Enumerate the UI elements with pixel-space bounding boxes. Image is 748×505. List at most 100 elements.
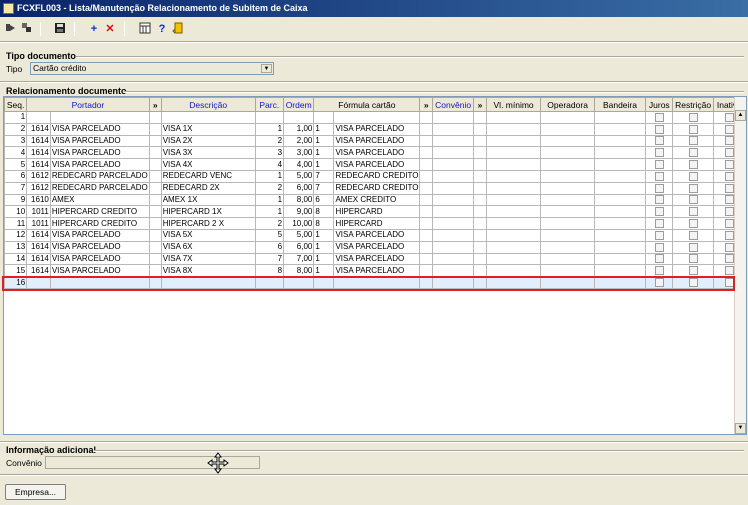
grid-cell[interactable] — [540, 111, 595, 124]
restricao-checkbox-cell[interactable] — [672, 217, 714, 230]
grid-cell[interactable] — [432, 169, 475, 183]
grid-cell[interactable] — [148, 228, 162, 242]
formula-name-cell[interactable]: VISA PARCELADO — [333, 134, 421, 148]
grid-cell[interactable] — [540, 205, 595, 219]
descricao-cell[interactable]: VISA 8X — [160, 264, 256, 278]
portador-code-cell[interactable]: 1614 — [26, 240, 51, 254]
restricao-checkbox[interactable] — [688, 277, 698, 287]
first-record-icon[interactable] — [3, 21, 19, 37]
grid-cell[interactable] — [540, 228, 595, 242]
restricao-checkbox[interactable] — [688, 112, 698, 122]
juros-checkbox-cell[interactable] — [645, 111, 674, 124]
grid-cell[interactable] — [148, 276, 162, 289]
juros-checkbox[interactable] — [654, 112, 664, 122]
formula-name-cell[interactable]: HIPERCARD — [333, 205, 421, 219]
seq-cell[interactable]: 5 — [4, 158, 28, 171]
grid-cell[interactable] — [432, 158, 475, 171]
juros-checkbox[interactable] — [654, 183, 664, 193]
parc-cell[interactable]: 1 — [254, 169, 285, 183]
restricao-checkbox-cell[interactable] — [672, 158, 714, 171]
parc-cell[interactable]: 2 — [254, 134, 285, 148]
juros-checkbox-cell[interactable] — [645, 134, 674, 148]
grid-cell[interactable] — [593, 111, 647, 124]
ordem-cell[interactable]: 8,00 — [283, 264, 315, 278]
formula-name-cell[interactable] — [333, 111, 421, 124]
formula-code-cell[interactable]: 1 — [313, 252, 335, 266]
grid-cell[interactable] — [419, 217, 434, 230]
grid-cell[interactable] — [593, 252, 647, 266]
grid-cell[interactable] — [485, 217, 542, 230]
formula-code-cell[interactable]: 8 — [313, 205, 335, 219]
table-row[interactable]: 13 1614 VISA PARCELADO VISA 6X 6 6,00 1 VISA PA… — [4, 240, 746, 254]
help-icon[interactable]: ? — [154, 21, 170, 37]
grid-cell[interactable] — [148, 158, 162, 171]
juros-checkbox[interactable] — [654, 218, 664, 228]
juros-checkbox-cell[interactable] — [645, 146, 674, 160]
portador-name-cell[interactable]: VISA PARCELADO — [49, 252, 150, 266]
exit-icon[interactable] — [171, 21, 187, 37]
formula-name-cell[interactable]: VISA PARCELADO — [333, 264, 421, 278]
portador-name-cell[interactable] — [49, 111, 150, 124]
juros-checkbox[interactable] — [654, 254, 664, 264]
grid-cell[interactable] — [148, 169, 162, 183]
portador-code-cell[interactable]: 1610 — [26, 193, 51, 207]
inativo-checkbox[interactable] — [724, 171, 734, 181]
parc-cell[interactable]: 3 — [254, 146, 285, 160]
juros-checkbox[interactable] — [654, 159, 664, 169]
formula-code-cell[interactable]: 1 — [313, 158, 335, 171]
restricao-checkbox-cell[interactable] — [672, 134, 714, 148]
grid-cell[interactable] — [593, 146, 647, 160]
formula-name-cell[interactable]: VISA PARCELADO — [333, 146, 421, 160]
grid-cell[interactable] — [540, 146, 595, 160]
grid-cell[interactable] — [419, 205, 434, 219]
grid-cell[interactable] — [473, 122, 487, 136]
restricao-checkbox-cell[interactable] — [672, 146, 714, 160]
grid-cell[interactable] — [593, 217, 647, 230]
seq-cell[interactable]: 13 — [4, 240, 28, 254]
grid-cell[interactable] — [148, 146, 162, 160]
ordem-cell[interactable]: 7,00 — [283, 252, 315, 266]
col-ordem[interactable]: Ordem — [283, 97, 315, 112]
grid-cell[interactable] — [432, 252, 475, 266]
grid-cell[interactable] — [485, 122, 542, 136]
parc-cell[interactable]: 5 — [254, 228, 285, 242]
restricao-checkbox-cell[interactable] — [672, 264, 714, 278]
grid-cell[interactable] — [148, 252, 162, 266]
table-row[interactable]: 3 1614 VISA PARCELADO VISA 2X 2 2,00 1 VISA PAR… — [4, 134, 746, 148]
inativo-checkbox[interactable] — [724, 136, 734, 146]
grid-cell[interactable] — [485, 228, 542, 242]
portador-name-cell[interactable]: VISA PARCELADO — [49, 264, 150, 278]
grid-cell[interactable] — [432, 217, 475, 230]
table-row[interactable]: 5 1614 VISA PARCELADO VISA 4X 4 4,00 1 VISA PAR… — [4, 158, 746, 171]
portador-name-cell[interactable]: HIPERCARD CREDITO — [49, 217, 150, 230]
formula-code-cell[interactable]: 1 — [313, 264, 335, 278]
grid-cell[interactable] — [485, 240, 542, 254]
table-row[interactable]: 1 — [4, 111, 746, 124]
descricao-cell[interactable]: VISA 4X — [160, 158, 256, 171]
grid-cell[interactable] — [473, 228, 487, 242]
grid-cell[interactable] — [540, 181, 595, 195]
grid-cell[interactable] — [540, 217, 595, 230]
formula-code-cell[interactable]: 1 — [313, 228, 335, 242]
restricao-checkbox[interactable] — [688, 148, 698, 158]
restricao-checkbox[interactable] — [688, 171, 698, 181]
col-descricao[interactable]: Descrição — [160, 97, 256, 112]
grid-cell[interactable] — [540, 158, 595, 171]
col-bandeira[interactable]: Bandeira — [593, 97, 647, 112]
descricao-cell[interactable]: VISA 5X — [160, 228, 256, 242]
ordem-cell[interactable]: 9,00 — [283, 205, 315, 219]
table-row[interactable]: 2 1614 VISA PARCELADO VISA 1X 1 1,00 1 VISA PAR… — [4, 122, 746, 136]
inativo-checkbox[interactable] — [724, 195, 734, 205]
grid-cell[interactable] — [419, 181, 434, 195]
inativo-checkbox[interactable] — [724, 207, 734, 217]
table-row[interactable]: 7 1612 REDECARD PARCELADO REDECARD 2X 2 6,00 7… — [4, 181, 746, 195]
grid-cell[interactable] — [485, 205, 542, 219]
juros-checkbox-cell[interactable] — [645, 181, 674, 195]
restricao-checkbox[interactable] — [688, 124, 698, 134]
grid-cell[interactable] — [593, 193, 647, 207]
grid-cell[interactable] — [432, 146, 475, 160]
grid-cell[interactable] — [485, 146, 542, 160]
ordem-cell[interactable] — [283, 276, 315, 289]
grid-cell[interactable] — [540, 193, 595, 207]
descricao-cell[interactable]: VISA 6X — [160, 240, 256, 254]
